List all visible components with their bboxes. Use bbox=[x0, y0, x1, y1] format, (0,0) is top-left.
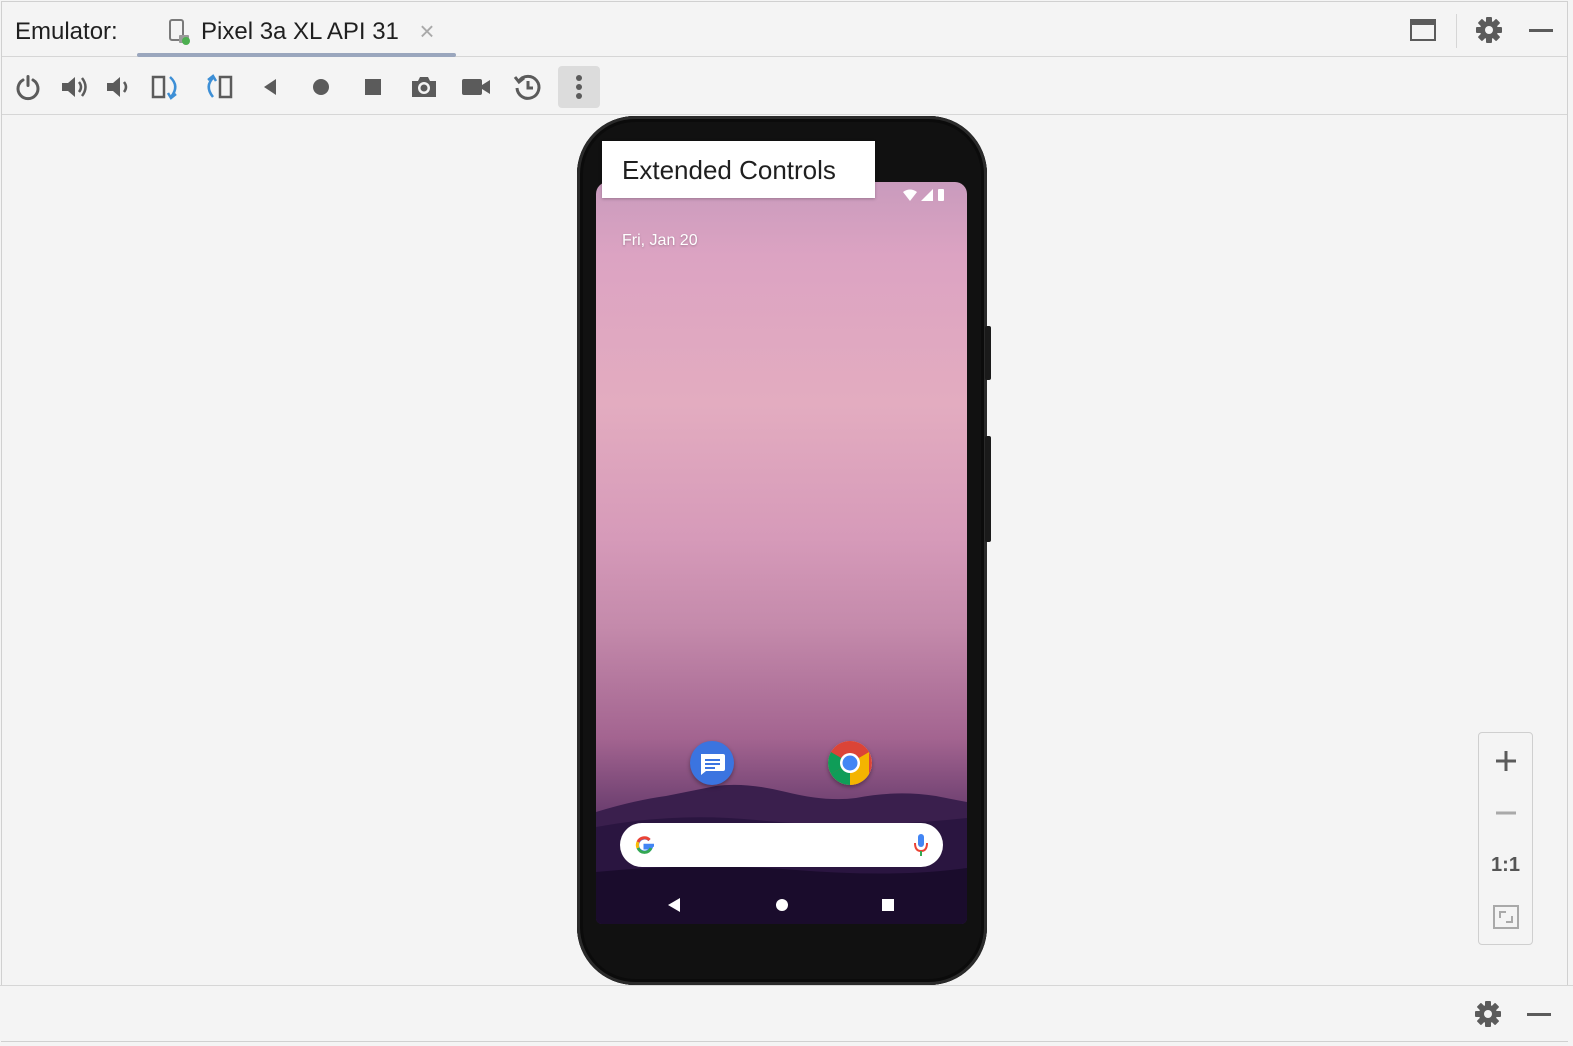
screenshot-icon[interactable] bbox=[403, 66, 445, 108]
back-icon[interactable] bbox=[249, 66, 291, 108]
actual-size-button[interactable]: 1:1 bbox=[1479, 841, 1532, 889]
tab-label: Pixel 3a XL API 31 bbox=[201, 18, 399, 45]
battery-icon bbox=[938, 189, 944, 201]
zoom-in-icon[interactable] bbox=[1479, 737, 1532, 785]
bottom-tool-bar bbox=[0, 985, 1573, 1041]
nav-recents-icon[interactable] bbox=[881, 898, 895, 912]
settings-gear-icon[interactable] bbox=[1475, 16, 1503, 49]
title-bar: Emulator: Pixel 3a XL API 31 × bbox=[2, 2, 1567, 57]
signal-icon bbox=[921, 188, 933, 201]
home-date: Fri, Jan 20 bbox=[622, 232, 698, 249]
volume-down-icon[interactable] bbox=[97, 66, 139, 108]
snapshot-icon[interactable] bbox=[507, 66, 549, 108]
messages-icon[interactable] bbox=[690, 741, 734, 785]
device-icon bbox=[167, 18, 193, 51]
wifi-icon bbox=[903, 189, 917, 201]
active-tab-indicator bbox=[137, 53, 456, 57]
nav-back-icon[interactable] bbox=[666, 897, 682, 913]
rotate-left-icon[interactable] bbox=[145, 66, 187, 108]
emulator-toolbar bbox=[2, 58, 1567, 115]
zoom-controls: 1:1 bbox=[1478, 732, 1533, 945]
status-bar-icons bbox=[903, 188, 945, 201]
rotate-right-icon[interactable] bbox=[197, 66, 239, 108]
device-screen[interactable]: Fri, Jan 20 bbox=[596, 182, 967, 924]
minimize-icon[interactable] bbox=[1527, 16, 1555, 49]
title-separator bbox=[1456, 14, 1457, 48]
tab-device[interactable]: Pixel 3a XL API 31 × bbox=[137, 2, 457, 57]
volume-side-button bbox=[985, 436, 991, 542]
google-logo-icon bbox=[635, 836, 654, 854]
close-tab-icon[interactable]: × bbox=[416, 18, 438, 44]
more-options-icon[interactable] bbox=[558, 66, 600, 108]
power-side-button bbox=[985, 326, 991, 380]
volume-up-icon[interactable] bbox=[53, 66, 95, 108]
nav-home-icon[interactable] bbox=[775, 898, 789, 912]
google-search-bar[interactable] bbox=[620, 823, 943, 867]
mic-icon[interactable] bbox=[913, 833, 929, 857]
extended-controls-tooltip: Extended Controls bbox=[602, 141, 875, 198]
zoom-out-icon[interactable] bbox=[1479, 789, 1532, 837]
bottom-minimize-icon[interactable] bbox=[1525, 1000, 1553, 1033]
home-icon[interactable] bbox=[300, 66, 342, 108]
device-nav-bar bbox=[596, 882, 967, 924]
chrome-icon[interactable] bbox=[828, 741, 872, 785]
power-icon[interactable] bbox=[7, 66, 49, 108]
overview-icon[interactable] bbox=[352, 66, 394, 108]
bottom-settings-gear-icon[interactable] bbox=[1474, 1000, 1502, 1033]
screen-record-icon[interactable] bbox=[455, 66, 497, 108]
fit-screen-icon[interactable] bbox=[1479, 893, 1532, 941]
emulator-label: Emulator: bbox=[15, 18, 118, 45]
window-mode-icon[interactable] bbox=[1409, 16, 1437, 49]
